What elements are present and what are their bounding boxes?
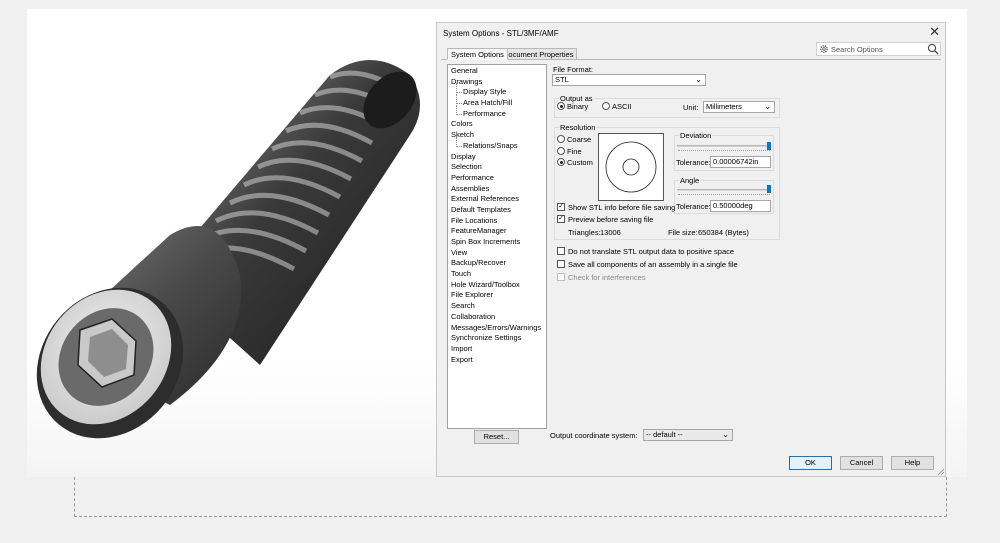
ascii-radio[interactable]: [602, 102, 610, 110]
chevron-down-icon: ⌄: [695, 75, 702, 84]
binary-label: Binary: [567, 102, 589, 111]
coord-value: -- default --: [646, 430, 683, 439]
options-tree-item[interactable]: Collaboration: [448, 312, 546, 323]
options-tree-item[interactable]: Import: [448, 344, 546, 355]
preview-label: Preview before saving file: [568, 215, 654, 224]
save-all-label: Save all components of an assembly in a …: [568, 260, 738, 269]
search-placeholder: Search Options: [831, 45, 883, 54]
binary-radio[interactable]: [557, 102, 565, 110]
dialog-title: System Options - STL/3MF/AMF: [443, 29, 559, 38]
options-tree-item[interactable]: Performance: [448, 173, 546, 184]
options-tree-item[interactable]: Touch: [448, 269, 546, 280]
deviation-slider-thumb[interactable]: [767, 142, 771, 150]
cancel-button[interactable]: Cancel: [840, 456, 883, 470]
options-tree-item[interactable]: File Locations: [448, 216, 546, 227]
fine-label: Fine: [567, 147, 582, 156]
angle-ticks: [678, 194, 770, 196]
resolution-label: Resolution: [559, 123, 597, 132]
custom-radio[interactable]: [557, 158, 565, 166]
angle-slider-thumb[interactable]: [767, 185, 771, 193]
unit-value: Millimeters: [706, 102, 742, 111]
angle-tolerance-label: Tolerance:: [676, 202, 711, 211]
show-info-checkbox[interactable]: ✓: [557, 203, 565, 211]
options-tree[interactable]: General Drawings Display Style Area Hatch/F…: [447, 64, 547, 429]
options-tree-item[interactable]: File Explorer: [448, 290, 546, 301]
unit-select[interactable]: Millimeters ⌄: [703, 101, 775, 113]
chevron-down-icon: ⌄: [764, 102, 771, 111]
coarse-radio[interactable]: [557, 135, 565, 143]
interference-checkbox: [557, 273, 565, 281]
no-translate-label: Do not translate STL output data to posi…: [568, 247, 735, 256]
search-icon[interactable]: [927, 43, 939, 55]
tab-system-options[interactable]: System Options: [447, 48, 508, 60]
triangles-label: Triangles:: [568, 228, 601, 237]
ascii-label: ASCII: [612, 102, 632, 111]
angle-tolerance-input[interactable]: 0.50000deg: [710, 200, 771, 212]
options-tree-item[interactable]: Hole Wizard/Toolbox: [448, 280, 546, 291]
interference-label: Check for interferences: [568, 273, 646, 282]
options-tree-item[interactable]: Area Hatch/Fill: [448, 94, 546, 109]
file-format-select[interactable]: STL ⌄: [552, 74, 706, 86]
unit-label: Unit:: [683, 103, 699, 112]
options-tree-item[interactable]: Colors: [448, 119, 546, 130]
search-options-input[interactable]: Search Options: [816, 42, 941, 56]
file-size-label: File size:: [668, 228, 698, 237]
close-icon[interactable]: ✕: [929, 25, 940, 39]
options-tree-item[interactable]: Spin Box Increments: [448, 237, 546, 248]
deviation-tolerance-input[interactable]: 0.00006742in: [710, 156, 771, 168]
save-all-checkbox[interactable]: [557, 260, 565, 268]
file-format-label: File Format:: [553, 65, 594, 74]
options-tree-item[interactable]: View: [448, 248, 546, 259]
options-tree-item[interactable]: General: [448, 66, 546, 77]
coord-label: Output coordinate system:: [550, 431, 638, 440]
no-translate-checkbox[interactable]: [557, 247, 565, 255]
tab-divider: [441, 59, 941, 60]
coarse-label: Coarse: [567, 135, 592, 144]
angle-slider[interactable]: [677, 189, 771, 191]
options-tree-item[interactable]: Messages/Errors/Warnings: [448, 323, 546, 334]
options-tree-item[interactable]: Relations/Snaps: [448, 136, 546, 152]
gear-icon[interactable]: [819, 44, 829, 54]
resize-grip-icon[interactable]: [937, 468, 944, 475]
options-tree-item[interactable]: External References: [448, 194, 546, 205]
deviation-ticks: [678, 150, 770, 152]
chevron-down-icon: ⌄: [722, 430, 729, 439]
options-tree-item[interactable]: Display Style: [448, 83, 546, 98]
deviation-tolerance-label: Tolerance:: [676, 158, 711, 167]
deviation-label: Deviation: [679, 131, 713, 140]
ok-button[interactable]: OK: [789, 456, 832, 470]
deviation-slider[interactable]: [677, 145, 771, 147]
options-tree-item[interactable]: Search: [448, 301, 546, 312]
preview-checkbox[interactable]: ✓: [557, 215, 565, 223]
custom-label: Custom: [567, 158, 593, 167]
options-tree-item[interactable]: Performance: [448, 104, 546, 120]
options-tree-item[interactable]: Default Templates: [448, 205, 546, 216]
screw-head: [36, 226, 242, 439]
system-options-dialog: System Options - STL/3MF/AMF ✕ Search Op…: [436, 22, 946, 477]
reset-button[interactable]: Reset...: [474, 430, 519, 444]
fine-radio[interactable]: [557, 147, 565, 155]
angle-label: Angle: [679, 176, 701, 185]
coord-select[interactable]: -- default -- ⌄: [643, 429, 733, 441]
options-tree-item[interactable]: FeatureManager: [448, 226, 546, 237]
options-tree-item[interactable]: Export: [448, 355, 546, 366]
options-tree-item[interactable]: Synchronize Settings: [448, 333, 546, 344]
preview-circle-icon: [605, 141, 657, 193]
screw-model[interactable]: [30, 45, 450, 445]
file-format-value: STL: [555, 75, 569, 84]
triangles-value: 13006: [600, 228, 621, 237]
help-button[interactable]: Help: [891, 456, 934, 470]
options-tree-item[interactable]: Sketch: [448, 130, 546, 141]
options-tree-item[interactable]: Display: [448, 152, 546, 163]
options-tree-item[interactable]: Assemblies: [448, 184, 546, 195]
file-size-value: 650384 (Bytes): [698, 228, 749, 237]
resolution-preview: [598, 133, 664, 201]
drawing-border: [74, 477, 947, 517]
show-info-label: Show STL info before file saving: [568, 203, 676, 212]
options-tree-item[interactable]: Drawings: [448, 77, 546, 88]
options-tree-item[interactable]: Selection: [448, 162, 546, 173]
options-tree-item[interactable]: Backup/Recover: [448, 258, 546, 269]
